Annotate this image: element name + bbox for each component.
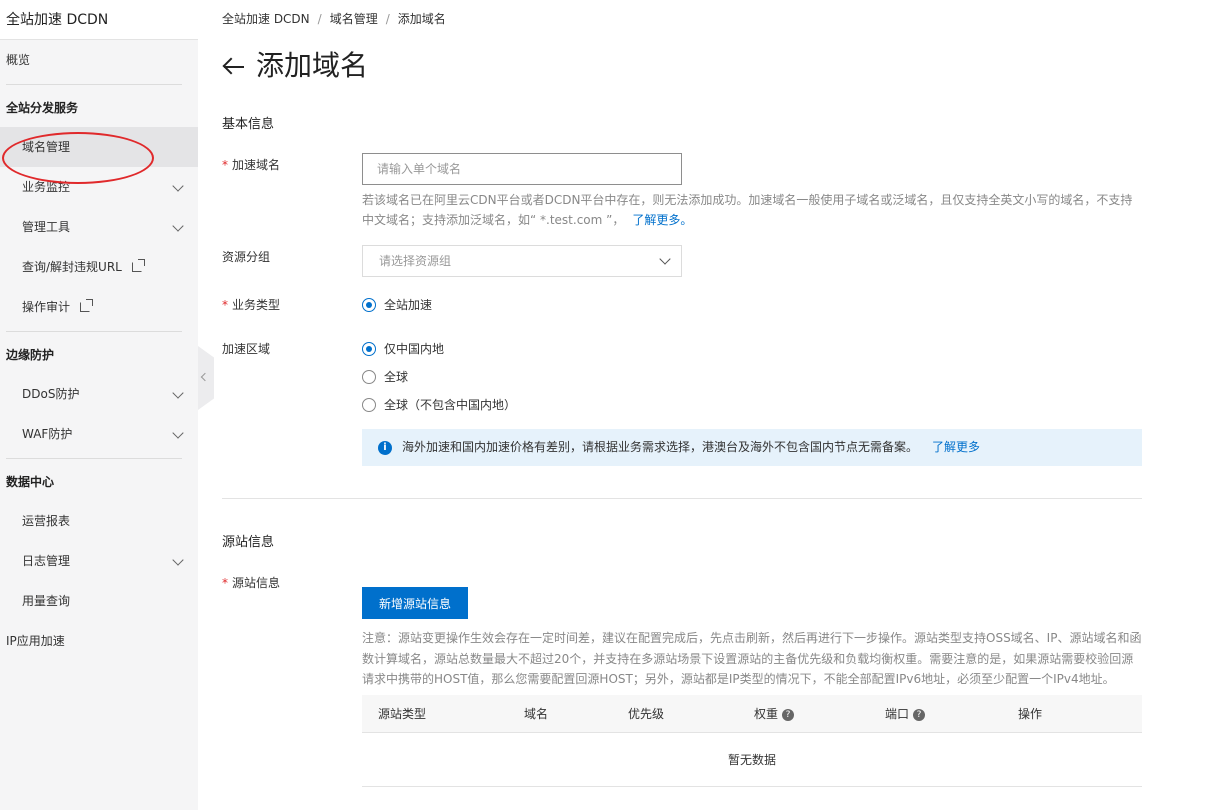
sidebar-divider (6, 331, 182, 332)
radio-label: 全球（不包含中国内地） (384, 398, 517, 412)
column-header-actions: 操作 (1018, 707, 1043, 721)
column-header-weight: 权重? (754, 695, 795, 733)
info-text: 海外加速和国内加速价格有差别，请根据业务需求选择，港澳台及海外不包含国内节点无需… (402, 440, 919, 454)
sidebar-item-waf[interactable]: WAF防护 (0, 414, 198, 454)
region-info-box: i 海外加速和国内加速价格有差别，请根据业务需求选择，港澳台及海外不包含国内节点… (362, 429, 1142, 466)
sidebar-item-operation-audit[interactable]: 操作审计 (0, 287, 198, 327)
radio-dot (362, 398, 376, 412)
required-mark: * (222, 158, 228, 172)
sidebar-item-label: DDoS防护 (22, 387, 80, 401)
region-radio-mainland[interactable]: 仅中国内地 (362, 339, 444, 359)
sidebar-item-label: 管理工具 (22, 220, 71, 234)
breadcrumb-separator: / (385, 12, 390, 26)
region-label: 加速区域 (222, 342, 271, 356)
chevron-down-icon (659, 253, 671, 265)
sidebar-item-ddos[interactable]: DDoS防护 (0, 374, 198, 414)
question-icon[interactable]: ? (913, 709, 926, 721)
breadcrumb-item-current: 添加域名 (397, 12, 446, 26)
page-title: 添加域名 (222, 48, 368, 84)
sidebar-item-label: WAF防护 (22, 427, 73, 441)
resource-group-label: 资源分组 (222, 250, 271, 264)
question-icon[interactable]: ? (782, 709, 795, 721)
business-type-label-text: 业务类型 (232, 298, 281, 312)
origin-note: 注意：源站变更操作生效会存在一定时间差，建议在配置完成后，先点击刷新，然后再进行… (362, 631, 1142, 686)
resource-group-placeholder: 请选择资源组 (379, 254, 452, 268)
section-title-basic: 基本信息 (222, 117, 275, 132)
domain-label-text: 加速域名 (232, 158, 281, 172)
sidebar-item-query-unblock-url[interactable]: 查询/解封违规URL (0, 247, 198, 287)
domain-label: * 加速域名 (222, 156, 280, 173)
external-link-icon (131, 259, 145, 272)
radio-label: 全站加速 (384, 298, 433, 312)
column-header-port: 端口? (885, 695, 926, 733)
required-mark: * (222, 298, 228, 312)
breadcrumb: 全站加速 DCDN / 域名管理 / 添加域名 (222, 10, 446, 27)
business-type-radio-full-site[interactable]: 全站加速 (362, 295, 432, 315)
column-header-label: 端口 (885, 707, 910, 721)
table-header: 源站类型 域名 优先级 权重? 端口? 操作 (362, 695, 1142, 733)
learn-more-link[interactable]: 了解更多。 (632, 213, 692, 227)
region-radio-global-ex-mainland[interactable]: 全球（不包含中国内地） (362, 395, 516, 415)
chevron-down-icon (172, 180, 184, 192)
radio-label: 全球 (384, 370, 409, 384)
page-title-text: 添加域名 (256, 49, 369, 82)
sidebar-group-delivery: 全站分发服务 (6, 101, 79, 115)
sidebar-divider (6, 458, 182, 459)
origin-label: * 源站信息 (222, 574, 280, 591)
radio-dot (362, 298, 376, 312)
sidebar-item-ops-report[interactable]: 运营报表 (0, 501, 198, 541)
breadcrumb-separator: / (317, 12, 322, 26)
domain-help-text: 若该域名已在阿里云CDN平台或者DCDN平台中存在，则无法添加成功。加速域名一般… (362, 190, 1142, 230)
section-divider (222, 498, 1142, 499)
sidebar-item-log-management[interactable]: 日志管理 (0, 541, 198, 581)
sidebar-item-label: 操作审计 (22, 300, 71, 314)
chevron-down-icon (172, 554, 184, 566)
chevron-down-icon (172, 387, 184, 399)
origin-label-text: 源站信息 (232, 576, 281, 590)
info-learn-more-link[interactable]: 了解更多 (932, 440, 980, 454)
origin-table: 源站类型 域名 优先级 权重? 端口? 操作 暂无数据 (362, 695, 1142, 787)
external-link-icon (79, 299, 93, 312)
domain-input[interactable] (362, 153, 682, 185)
breadcrumb-item-dcdn[interactable]: 全站加速 DCDN (222, 12, 310, 26)
sidebar-item-ip-acceleration[interactable]: IP应用加速 (0, 621, 198, 661)
radio-label: 仅中国内地 (384, 342, 445, 356)
sidebar-collapse-handle[interactable] (198, 346, 214, 410)
sidebar-item-label: 日志管理 (22, 554, 71, 568)
breadcrumb-item-domain-management[interactable]: 域名管理 (330, 12, 378, 26)
product-title: 全站加速 DCDN (0, 0, 198, 40)
sidebar-item-management-tools[interactable]: 管理工具 (0, 207, 198, 247)
sidebar-item-label: 查询/解封违规URL (22, 260, 122, 274)
column-header-label: 权重 (754, 707, 779, 721)
radio-dot (362, 370, 376, 384)
sidebar-item-domain-management[interactable]: 域名管理 (0, 127, 198, 167)
sidebar-group-data-center: 数据中心 (6, 475, 55, 489)
chevron-down-icon (172, 220, 184, 232)
chevron-left-icon (200, 372, 210, 382)
column-header-priority: 优先级 (628, 707, 665, 721)
info-icon: i (378, 441, 392, 455)
required-mark: * (222, 576, 228, 590)
resource-group-select[interactable]: 请选择资源组 (362, 245, 682, 277)
table-empty-state: 暂无数据 (362, 733, 1142, 787)
radio-dot (362, 342, 376, 356)
domain-help-body: 若该域名已在阿里云CDN平台或者DCDN平台中存在，则无法添加成功。加速域名一般… (362, 193, 1133, 227)
sidebar-item-usage-query[interactable]: 用量查询 (0, 581, 198, 621)
sidebar: 全站加速 DCDN 概览 全站分发服务 域名管理 业务监控 管理工具 查询/解封… (0, 0, 198, 810)
chevron-down-icon (172, 427, 184, 439)
sidebar-item-overview[interactable]: 概览 (0, 40, 198, 80)
sidebar-divider (6, 84, 182, 85)
column-header-domain: 域名 (524, 707, 549, 721)
sidebar-item-business-monitor[interactable]: 业务监控 (0, 167, 198, 207)
business-type-label: * 业务类型 (222, 296, 280, 313)
column-header-origin-type: 源站类型 (378, 707, 427, 721)
section-title-origin: 源站信息 (222, 535, 275, 550)
sidebar-group-edge-protection: 边缘防护 (6, 348, 55, 362)
back-arrow-icon[interactable] (222, 57, 246, 77)
add-origin-button[interactable]: 新增源站信息 (362, 587, 468, 619)
region-radio-global[interactable]: 全球 (362, 367, 408, 387)
sidebar-item-label: 业务监控 (22, 180, 71, 194)
